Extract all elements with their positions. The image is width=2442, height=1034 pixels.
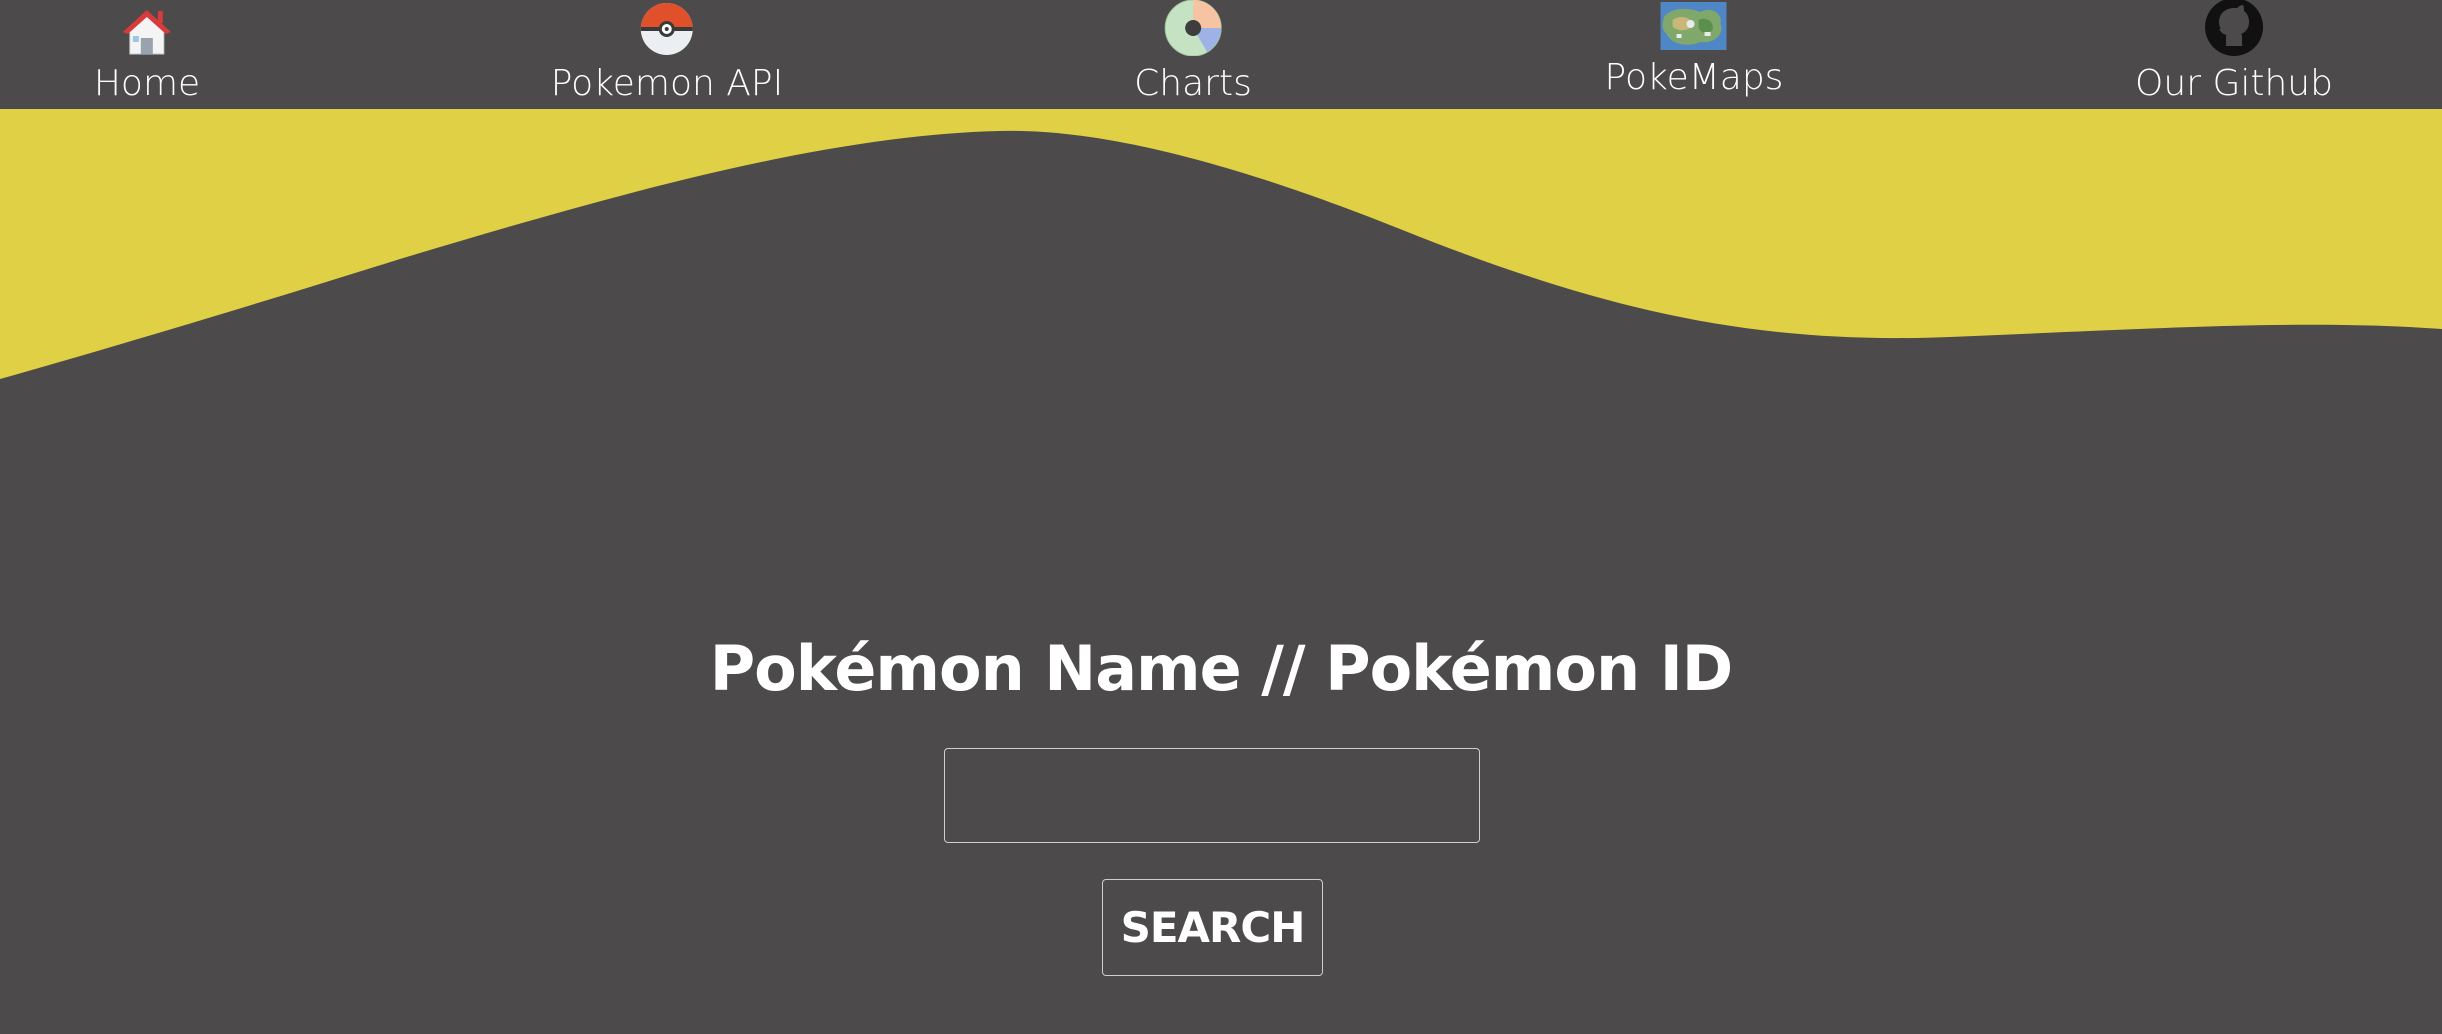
pokemon-search-input[interactable] (944, 748, 1480, 843)
nav-item-charts[interactable]: Charts (1134, 0, 1252, 106)
page-title: Pokémon Name // Pokémon ID (709, 632, 1734, 705)
house-icon (122, 0, 172, 56)
nav-label-charts: Charts (1134, 63, 1252, 104)
map-thumbnail-icon (1661, 0, 1727, 50)
github-icon (2204, 0, 2264, 56)
navbar: Home Pokemon API Charts PokeMaps Our Git… (0, 0, 2442, 109)
pokeball-icon (640, 0, 694, 56)
nav-label-pokemon-api: Pokemon API (550, 63, 784, 104)
nav-item-github[interactable]: Our Github (2135, 0, 2333, 106)
search-button[interactable]: SEARCH (1102, 879, 1323, 976)
nav-item-pokemaps[interactable]: PokeMaps (1604, 0, 1784, 100)
yellow-wave-decoration (0, 109, 2442, 399)
pie-chart-icon (1163, 0, 1223, 56)
nav-item-home[interactable]: Home (94, 0, 200, 106)
nav-label-github: Our Github (2135, 63, 2333, 104)
nav-item-pokemon-api[interactable]: Pokemon API (551, 0, 783, 106)
nav-label-home: Home (93, 63, 201, 104)
nav-label-pokemaps: PokeMaps (1604, 57, 1784, 98)
